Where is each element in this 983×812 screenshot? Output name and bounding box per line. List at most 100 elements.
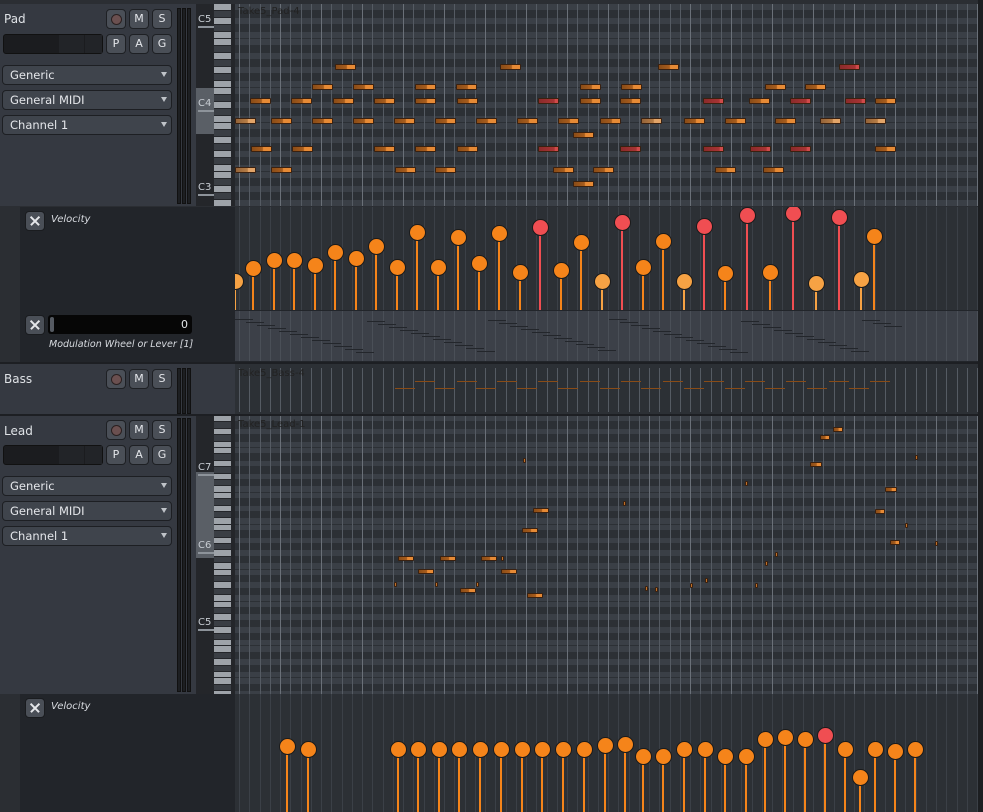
midi-note — [398, 556, 414, 561]
track-name[interactable]: Bass — [4, 372, 32, 386]
white-key — [214, 448, 231, 454]
grid-line — [424, 207, 425, 310]
dropdown-arrow-icon — [161, 122, 167, 127]
bank-select[interactable]: General MIDI — [2, 90, 172, 110]
channel-select[interactable]: Channel 1 — [2, 115, 172, 135]
grid-row — [235, 428, 978, 435]
solo-button[interactable]: S — [152, 9, 172, 29]
cc-line — [598, 350, 616, 351]
bass-note-line — [415, 381, 435, 382]
grid-line — [782, 207, 783, 310]
midi-note — [749, 98, 770, 104]
midi-note — [476, 118, 497, 124]
grid-line — [444, 4, 445, 206]
solo-button[interactable]: S — [152, 420, 172, 440]
grid-line — [844, 311, 845, 361]
p-button[interactable]: P — [106, 34, 126, 54]
track-name[interactable]: Lead — [4, 424, 33, 438]
mute-button[interactable]: M — [129, 9, 149, 29]
cc-editor-pad[interactable] — [235, 311, 978, 361]
piano-roll-lead[interactable]: Take5_Lead-1 — [235, 416, 978, 694]
grid-line — [690, 311, 691, 361]
grid-line — [475, 311, 476, 361]
instrument-select[interactable]: Generic — [2, 476, 172, 496]
instrument-select[interactable]: Generic — [2, 65, 172, 85]
piano-roll-pad[interactable]: Take5_Pad-4 — [235, 4, 978, 206]
velocity-stem — [417, 748, 419, 812]
close-velocity-lane-button[interactable] — [25, 211, 45, 231]
close-cc-lane-button[interactable] — [25, 315, 45, 335]
velocity-editor-pad[interactable] — [235, 207, 978, 310]
grid-line — [721, 207, 722, 310]
vu-meter-right — [187, 8, 191, 204]
grid-line — [444, 207, 445, 310]
slider-handle[interactable] — [50, 317, 54, 332]
midi-note — [374, 98, 395, 104]
grid-row — [235, 137, 978, 143]
grid-line — [854, 207, 855, 310]
grid-line — [526, 311, 527, 361]
grid-row — [235, 505, 978, 511]
bass-note-line — [621, 381, 641, 382]
close-velocity-lane-button[interactable] — [25, 698, 45, 718]
grid-line — [465, 368, 466, 412]
grid-line — [424, 416, 425, 694]
grid-line — [608, 207, 609, 310]
cc-line — [829, 345, 847, 346]
midi-note — [658, 64, 679, 70]
piano-keys-lead[interactable]: C7 C6 C5 — [196, 416, 235, 697]
grid-line — [260, 207, 261, 310]
cc-line — [565, 341, 583, 342]
grid-line — [249, 694, 250, 812]
grid-line — [598, 4, 599, 206]
g-button[interactable]: G — [152, 34, 172, 54]
a-button[interactable]: A — [129, 34, 149, 54]
velocity-handle — [675, 740, 693, 758]
grid-row — [235, 588, 978, 595]
track-name[interactable]: Pad — [4, 12, 26, 26]
midi-note — [527, 593, 543, 598]
cc-line — [268, 328, 286, 329]
bank-select[interactable]: General MIDI — [2, 501, 172, 521]
midi-note — [875, 98, 896, 104]
p-button[interactable]: P — [106, 445, 126, 465]
record-arm-button[interactable] — [106, 420, 126, 440]
g-button[interactable]: G — [152, 445, 172, 465]
grid-row — [235, 563, 978, 569]
grid-row — [235, 518, 978, 524]
bass-note-line — [704, 381, 724, 382]
velocity-handle — [471, 740, 489, 758]
white-key — [214, 492, 231, 499]
mute-button[interactable]: M — [129, 420, 149, 440]
midi-note — [865, 118, 886, 124]
grid-row — [235, 684, 978, 691]
grid-row — [235, 550, 978, 556]
a-button[interactable]: A — [129, 445, 149, 465]
white-key — [214, 486, 231, 492]
velocity-handle — [613, 214, 631, 232]
channel-select[interactable]: Channel 1 — [2, 526, 172, 546]
grid-line — [721, 311, 722, 361]
grid-line — [557, 368, 558, 412]
solo-button[interactable]: S — [152, 369, 172, 389]
velocity-editor-lead[interactable] — [235, 694, 978, 812]
grid-line — [885, 694, 886, 812]
cc-line — [378, 324, 396, 325]
midi-note — [763, 167, 784, 173]
grid-line — [342, 4, 343, 206]
midi-note — [333, 98, 354, 104]
grid-row — [235, 441, 978, 447]
grid-line — [588, 368, 589, 412]
piano-keys-pad[interactable]: C5 C4 C3 — [196, 4, 235, 206]
vertical-scrollbar[interactable] — [978, 0, 983, 812]
mute-button[interactable]: M — [129, 369, 149, 389]
velocity-handle — [449, 228, 467, 246]
cc-value-slider[interactable]: 0 — [48, 315, 192, 334]
grid-line — [516, 4, 517, 206]
midi-note — [705, 578, 708, 583]
velocity-handle — [654, 232, 672, 250]
clip-bass[interactable]: Take5_Bass-4 — [235, 364, 978, 414]
record-arm-button[interactable] — [106, 369, 126, 389]
record-arm-button[interactable] — [106, 9, 126, 29]
grid-line — [495, 4, 496, 206]
